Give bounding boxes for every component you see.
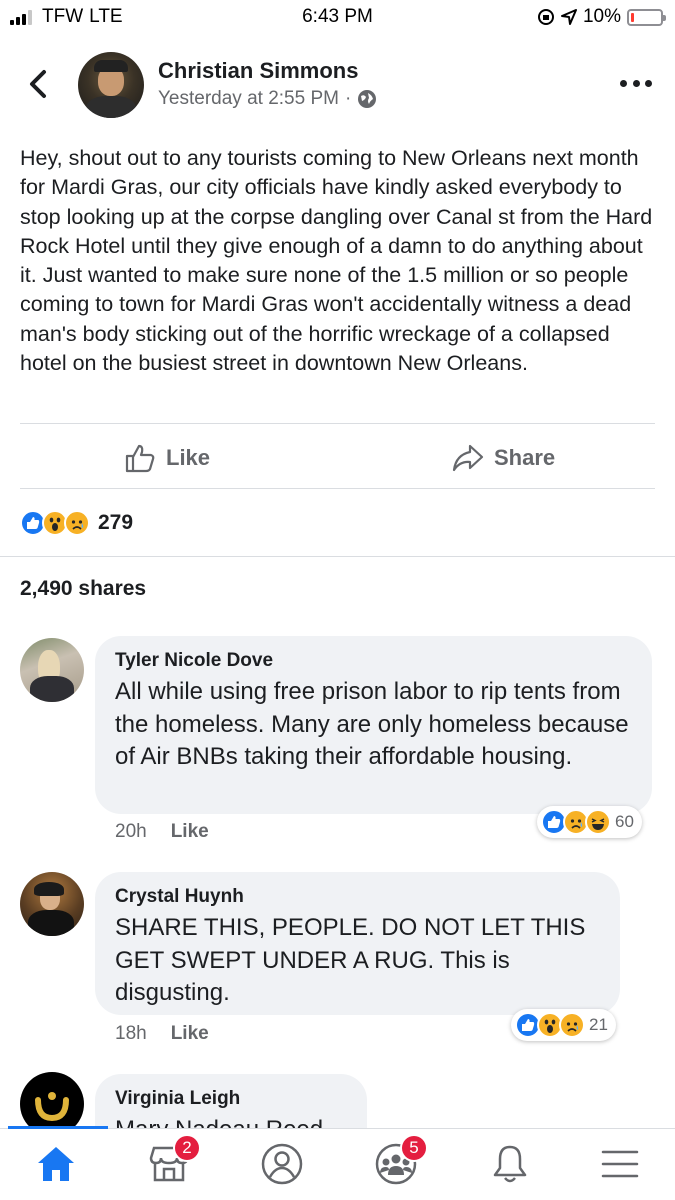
author-avatar[interactable] xyxy=(78,52,144,118)
commenter-avatar[interactable] xyxy=(20,872,84,936)
share-icon xyxy=(452,444,484,472)
divider xyxy=(20,423,655,424)
post-text: Hey, shout out to any tourists coming to… xyxy=(20,146,653,376)
tab-profile[interactable] xyxy=(258,1142,306,1186)
status-bar: TFW LTE 6:43 PM 10% xyxy=(0,0,675,34)
commenter-avatar[interactable] xyxy=(20,638,84,702)
battery-percent: 10% xyxy=(582,6,621,27)
battery-icon xyxy=(627,8,666,26)
hamburger-menu-icon xyxy=(601,1150,639,1178)
bottom-tab-bar xyxy=(0,1128,675,1200)
comment-time: 18h xyxy=(115,1023,147,1044)
commenter-name[interactable]: Crystal Huynh xyxy=(115,886,600,908)
groups-badge: 5 xyxy=(400,1134,428,1162)
like-button[interactable]: Like xyxy=(124,440,210,476)
comment-reactions[interactable]: 21 xyxy=(511,1009,616,1041)
share-label: Share xyxy=(494,445,556,470)
comment-reaction-count: 21 xyxy=(589,1015,608,1034)
sad-reaction-icon xyxy=(64,510,90,536)
divider xyxy=(0,556,675,557)
active-tab-indicator xyxy=(8,1126,108,1129)
comment-reactions[interactable]: 60 xyxy=(537,806,642,838)
more-options-icon[interactable] xyxy=(620,80,652,90)
marketplace-badge: 2 xyxy=(173,1134,201,1162)
back-icon[interactable] xyxy=(24,66,54,102)
commenter-name[interactable]: Tyler Nicole Dove xyxy=(115,650,632,672)
tab-home[interactable] xyxy=(32,1142,80,1186)
share-button[interactable]: Share xyxy=(452,440,555,476)
thumbs-up-icon xyxy=(125,444,155,473)
commenter-name[interactable]: Virginia Leigh xyxy=(115,1088,347,1110)
globe-icon xyxy=(358,90,377,108)
comment-bubble: Tyler Nicole Dove All while using free p… xyxy=(95,636,652,814)
comment-reaction-count: 60 xyxy=(615,812,634,831)
comment-text: SHARE THIS, PEOPLE. DO NOT LET THIS GET … xyxy=(115,914,586,1006)
comment-like-link[interactable]: Like xyxy=(171,1023,209,1045)
author-name[interactable]: Christian Simmons xyxy=(158,58,358,84)
comment-like-link[interactable]: Like xyxy=(171,821,209,843)
post-reactions[interactable]: 279 xyxy=(20,510,133,536)
tab-marketplace[interactable]: 2 xyxy=(145,1134,201,1186)
home-icon xyxy=(38,1147,74,1181)
post-timestamp[interactable]: Yesterday at 2:55 PM xyxy=(158,88,339,110)
comment-text: All while using free prison labor to rip… xyxy=(115,678,629,770)
like-label: Like xyxy=(166,445,211,470)
comment-meta: 18h Like xyxy=(115,1023,209,1045)
bell-icon xyxy=(493,1145,527,1183)
profile-icon xyxy=(261,1143,303,1185)
rotation-lock-icon xyxy=(537,9,554,25)
sad-reaction-icon xyxy=(559,1012,585,1038)
shares-count[interactable]: 2,490 shares xyxy=(20,577,146,601)
comment-meta: 20h Like xyxy=(115,821,209,843)
divider xyxy=(20,488,655,489)
tab-groups[interactable]: 5 xyxy=(372,1134,428,1186)
reaction-count: 279 xyxy=(98,511,134,534)
post-meta: Yesterday at 2:55 PM · xyxy=(158,88,377,110)
comment-time: 20h xyxy=(115,821,147,842)
meta-separator: · xyxy=(344,88,352,109)
status-right: 10% xyxy=(537,6,666,28)
comment-bubble: Crystal Huynh SHARE THIS, PEOPLE. DO NOT… xyxy=(95,872,620,1015)
location-icon xyxy=(560,9,577,25)
tab-notifications[interactable] xyxy=(486,1142,534,1186)
haha-reaction-icon xyxy=(585,809,611,835)
tab-menu[interactable] xyxy=(596,1142,644,1186)
